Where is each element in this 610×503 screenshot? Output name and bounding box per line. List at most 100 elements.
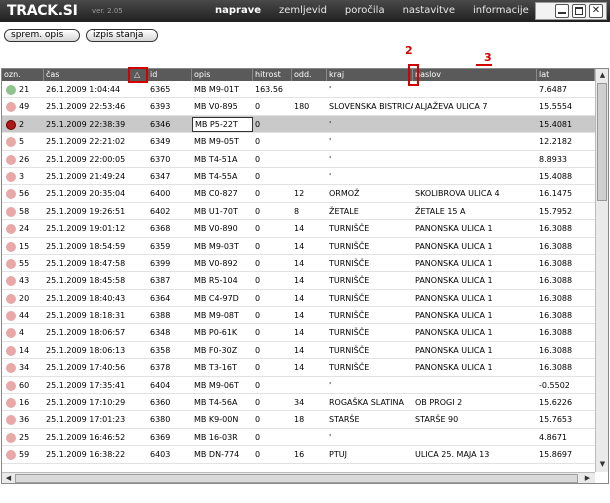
cell-lat: 7.6487: [539, 85, 567, 94]
cell-cas: 25.1.2009 16:46:52: [46, 432, 126, 442]
scroll-up-arrow-icon[interactable]: ▲: [597, 70, 608, 81]
print-status-button[interactable]: izpis stanja: [86, 29, 158, 42]
cell-naslov: PANONSKA ULICA 1: [415, 224, 493, 234]
cell-lat: 15.7653: [539, 415, 573, 425]
cell-opis: MB T4-55A: [194, 171, 238, 181]
cell-cas: 25.1.2009 22:38:39: [46, 119, 126, 129]
table-row[interactable]: 34 25.1.2009 17:40:56 6378 MB T3-16T 0 14 TURN…: [2, 359, 595, 377]
cell-odd: 14: [294, 241, 305, 251]
table-row[interactable]: 16 25.1.2009 17:10:29 6360 MB T4-56A 0 34 ROGA…: [2, 394, 595, 412]
cell-lat: 16.1475: [539, 189, 573, 199]
table-row[interactable]: 56 25.1.2009 20:35:04 6400 MB C0-827 0 12 ORMO…: [2, 185, 595, 203]
cell-ozn: 59: [19, 450, 30, 460]
column-header-hitrost[interactable]: hitrost: [253, 69, 292, 81]
change-description-button[interactable]: sprem. opis: [4, 29, 80, 42]
scroll-down-arrow-icon[interactable]: ▼: [597, 459, 608, 470]
top-bar: TRACK.SI ver. 2.05 naprave zemljevid poroč…: [0, 0, 610, 22]
table-row[interactable]: 2 25.1.2009 22:38:39 6346 MB P5-22T 0 ' 15.408…: [2, 115, 595, 134]
table-row[interactable]: 60 25.1.2009 17:35:41 6404 MB M9-06T 0 ' -0.55…: [2, 377, 595, 395]
table-row[interactable]: 15 25.1.2009 18:54:59 6359 MB M9-03T 0 14 TURN…: [2, 238, 595, 255]
table-row[interactable]: 49 25.1.2009 22:53:46 6393 MB V0-895 0 180 SLO…: [2, 98, 595, 116]
cell-ozn: 20: [19, 293, 30, 303]
minimize-icon[interactable]: [555, 4, 569, 18]
nav-item-4[interactable]: informacije: [473, 5, 529, 16]
vertical-scrollbar[interactable]: ▲ ▼: [595, 69, 608, 472]
table-row[interactable]: 26 25.1.2009 22:00:05 6370 MB T4-51A 0 ' 8.893…: [2, 151, 595, 168]
table-row[interactable]: 5 25.1.2009 22:21:02 6349 MB M9-05T 0 ' 12.218…: [2, 133, 595, 151]
cell-lat: 4.8671: [539, 432, 567, 442]
table-row[interactable]: 21 26.1.2009 1:04:44 6365 MB M9-01T 163.56 ' 7…: [2, 81, 595, 99]
table-row[interactable]: 58 25.1.2009 19:26:51 6402 MB U1-70T 0 8 ŽETAL…: [2, 203, 595, 221]
cell-naslov: [413, 429, 537, 446]
cell-odd: 180: [294, 102, 310, 112]
table-row[interactable]: 59 25.1.2009 16:38:22 6403 MB DN-774 0 16 PTUJ…: [2, 446, 595, 464]
cell-id: 6364: [150, 293, 171, 303]
cell-cas: 25.1.2009 21:49:24: [46, 171, 126, 181]
cell-opis: MB V0-895: [194, 102, 238, 112]
cell-id: 6403: [150, 450, 171, 460]
cell-hitrost: 0: [255, 398, 261, 408]
column-header-id[interactable]: id: [148, 69, 192, 81]
devices-table: ozn. čas id opis hitrost odd. kraj naslov lat △ 2…: [1, 68, 609, 484]
cell-naslov: PANONSKA ULICA 1: [415, 241, 493, 251]
cell-odd: 14: [294, 224, 305, 234]
cell-hitrost: 0: [255, 345, 261, 355]
horizontal-scrollbar[interactable]: ◀ ▶: [2, 472, 595, 483]
cell-id: 6399: [150, 258, 171, 268]
scroll-right-arrow-icon[interactable]: ▶: [582, 473, 593, 483]
cell-opis: MB M9-01T: [194, 85, 239, 94]
cell-opis: MB R5-104: [194, 276, 238, 286]
table-row[interactable]: 43 25.1.2009 18:45:58 6387 MB R5-104 0 14 TURN…: [2, 272, 595, 290]
cell-lat: -0.5502: [539, 380, 570, 390]
nav-item-3[interactable]: nastavitve: [403, 5, 455, 16]
column-header-lat[interactable]: lat: [537, 69, 595, 81]
annotation-3: 3: [484, 51, 492, 64]
nav-item-0[interactable]: naprave: [215, 5, 261, 16]
cell-hitrost: 0: [255, 380, 261, 390]
cell-hitrost: 0: [255, 102, 261, 112]
cell-odd: 14: [294, 258, 305, 268]
app-logo: TRACK.SI: [7, 3, 78, 19]
column-header-odd[interactable]: odd.: [292, 69, 327, 81]
cell-odd: 18: [294, 415, 305, 425]
column-header-ozn[interactable]: ozn.: [2, 69, 44, 81]
cell-naslov: ALJAŽEVA ULICA 7: [415, 102, 488, 112]
table-row[interactable]: 4 25.1.2009 18:06:57 6348 MB P0-61K 0 14 TURNI…: [2, 324, 595, 342]
cell-kraj: ŽETALE: [329, 206, 359, 216]
horizontal-scroll-thumb[interactable]: [15, 474, 578, 483]
cell-hitrost: 0: [255, 450, 261, 460]
cell-cas: 25.1.2009 19:01:12: [46, 224, 126, 234]
cell-odd: [292, 116, 327, 133]
scroll-left-arrow-icon[interactable]: ◀: [3, 473, 14, 483]
cell-lat: 16.3088: [539, 328, 573, 338]
status-dot-icon: [6, 363, 16, 374]
table-row[interactable]: 24 25.1.2009 19:01:12 6368 MB V0-890 0 14 TURN…: [2, 220, 595, 238]
table-row[interactable]: 25 25.1.2009 16:46:52 6369 MB 16-03R 0 ' 4.867…: [2, 429, 595, 447]
maximize-icon[interactable]: [572, 4, 586, 18]
status-dot-icon: [6, 276, 16, 287]
cell-kraj: ': [329, 380, 332, 390]
close-icon[interactable]: ✕: [589, 4, 603, 18]
table-row[interactable]: 44 25.1.2009 18:18:31 6388 MB M9-08T 0 14 TURN…: [2, 307, 595, 325]
column-header-opis[interactable]: opis: [192, 69, 253, 81]
cell-kraj: ': [329, 85, 332, 94]
cell-odd: 14: [294, 293, 305, 303]
table-row[interactable]: 3 25.1.2009 21:49:24 6347 MB T4-55A 0 ' 15.408…: [2, 168, 595, 186]
table-row[interactable]: 55 25.1.2009 18:47:58 6399 MB V0-892 0 14 TURN…: [2, 255, 595, 273]
status-dot-icon: [6, 154, 16, 165]
cell-hitrost: 0: [255, 189, 261, 199]
nav-item-1[interactable]: zemljevid: [279, 5, 327, 16]
table-body: 21 26.1.2009 1:04:44 6365 MB M9-01T 163.56 ' 7…: [2, 81, 595, 464]
cell-id: 6346: [150, 119, 171, 129]
table-row[interactable]: 14 25.1.2009 18:06:13 6358 MB F0-30Z 0 14 TURN…: [2, 342, 595, 360]
column-header-kraj[interactable]: kraj: [327, 69, 413, 81]
nav-item-2[interactable]: poročila: [345, 5, 385, 16]
vertical-scroll-thumb[interactable]: [597, 83, 607, 201]
cell-lat: 16.3088: [539, 293, 573, 303]
column-header-naslov[interactable]: naslov: [413, 69, 537, 81]
cell-kraj: TURNIŠČE: [329, 311, 370, 321]
cell-id: 6404: [150, 380, 171, 390]
table-row[interactable]: 36 25.1.2009 17:01:23 6380 MB K9-00N 0 18 STAR…: [2, 411, 595, 429]
table-row[interactable]: 20 25.1.2009 18:40:43 6364 MB C4-97D 0 14 TURN…: [2, 290, 595, 308]
cell-id: 6370: [150, 154, 171, 164]
